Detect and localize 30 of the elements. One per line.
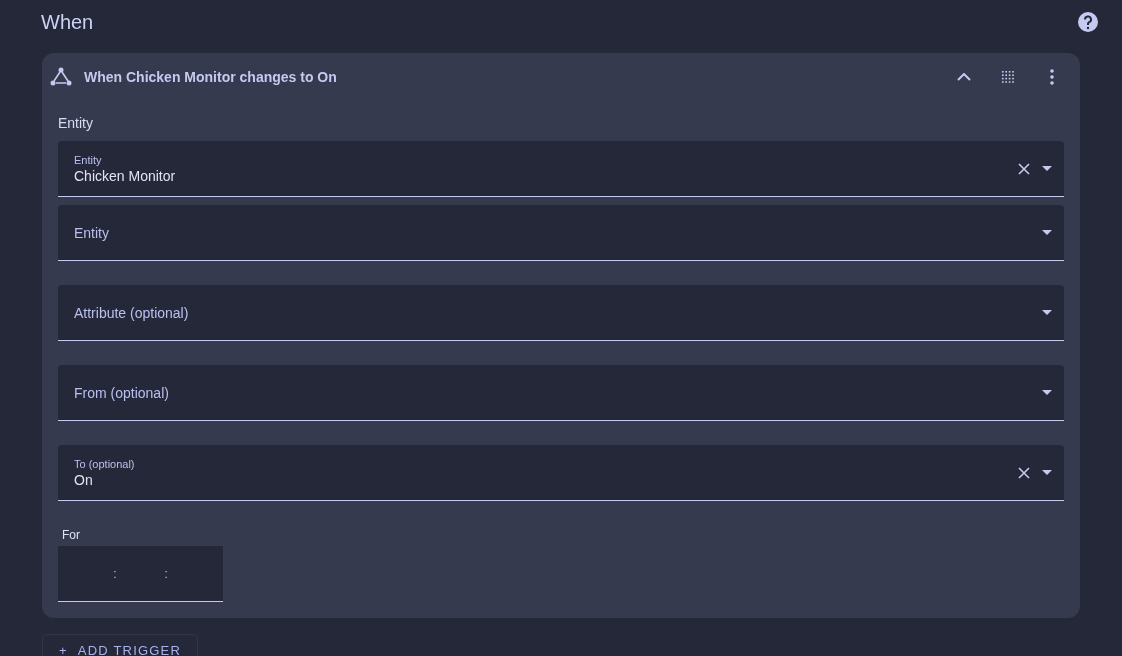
- clear-icon[interactable]: [1018, 466, 1030, 479]
- field-label: To (optional): [74, 457, 136, 470]
- dropdown-caret-icon[interactable]: [1042, 166, 1052, 171]
- select-field[interactable]: Entity: [58, 205, 1064, 261]
- field-label: Attribute (optional): [74, 304, 190, 321]
- chevron-up-icon[interactable]: [957, 73, 971, 81]
- select-field[interactable]: Entity Chicken Monitor: [58, 141, 1064, 197]
- duration-label: For: [62, 528, 81, 542]
- field-label: From (optional): [74, 384, 170, 401]
- field-value: On: [74, 471, 94, 488]
- dropdown-caret-icon[interactable]: [1042, 310, 1052, 315]
- duration-field[interactable]: : :: [58, 546, 223, 602]
- field-label: Entity: [74, 224, 110, 241]
- entity-heading: Entity: [58, 115, 94, 131]
- more-icon[interactable]: [1050, 69, 1054, 85]
- section-title: When: [41, 10, 94, 34]
- trigger-title: When Chicken Monitor changes to On: [84, 69, 338, 85]
- dropdown-caret-icon[interactable]: [1042, 390, 1052, 395]
- dropdown-caret-icon[interactable]: [1042, 470, 1052, 475]
- field-value: Chicken Monitor: [74, 167, 177, 184]
- help-icon[interactable]: [1077, 11, 1099, 33]
- add-trigger-button[interactable]: + ADD TRIGGER: [42, 634, 199, 656]
- select-field[interactable]: Attribute (optional): [58, 285, 1064, 341]
- select-field[interactable]: To (optional) On: [58, 445, 1064, 501]
- drag-handle-icon[interactable]: [1002, 71, 1014, 83]
- dropdown-caret-icon[interactable]: [1042, 230, 1052, 235]
- clear-icon[interactable]: [1018, 162, 1030, 175]
- select-field[interactable]: From (optional): [58, 365, 1064, 421]
- field-label: Entity: [74, 153, 103, 166]
- network-icon: [50, 67, 72, 87]
